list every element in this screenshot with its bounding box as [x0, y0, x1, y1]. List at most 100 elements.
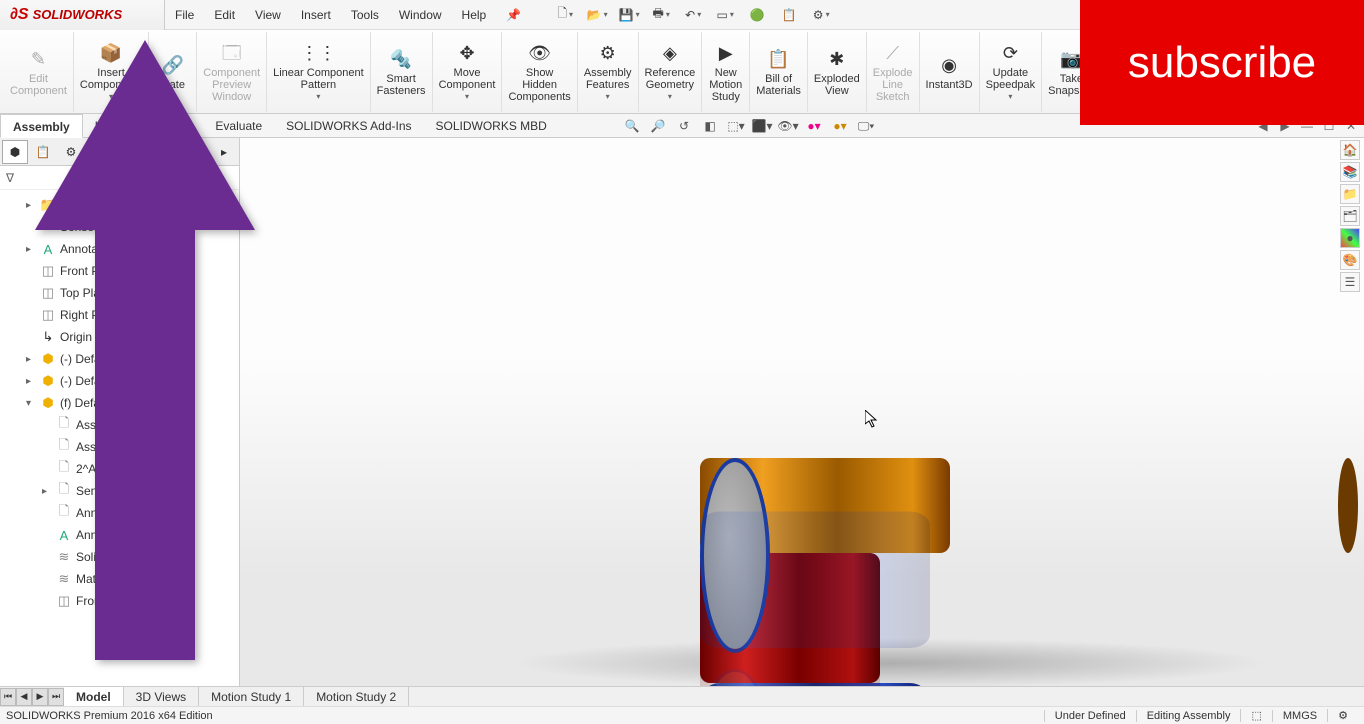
hide-show-button[interactable]: 👁▾ [776, 116, 800, 136]
rebuild-button[interactable]: 🟢 [743, 3, 771, 27]
status-units[interactable]: MMGS [1272, 710, 1327, 722]
chevron-down-icon: ▾ [109, 91, 113, 103]
filter-icon[interactable]: ∇ [6, 171, 14, 185]
tree-row[interactable]: ▸📁History [2, 194, 237, 216]
resources-icon[interactable]: 📚 [1340, 162, 1360, 182]
ribbon-mate[interactable]: 🔗Mate [149, 32, 197, 112]
expand-icon[interactable]: ▸ [26, 354, 36, 365]
chevron-down-icon: ▾ [606, 91, 610, 103]
bottom-tab-motion-study-2[interactable]: Motion Study 2 [304, 687, 409, 707]
status-gear-icon[interactable]: ⚙ [1327, 709, 1358, 722]
ribbon-label: ReferenceGeometry [645, 67, 696, 91]
bottom-tab-3d-views[interactable]: 3D Views [124, 687, 199, 707]
edit-appearance-button[interactable]: ●▾ [802, 116, 826, 136]
section-view-button[interactable]: ◧ [698, 116, 722, 136]
expand-icon[interactable]: ▸ [42, 486, 52, 497]
tab-prev-button[interactable]: ◀ [16, 688, 32, 706]
settings-button[interactable]: ⚙▾ [807, 3, 835, 27]
ribbon-label: ComponentPreviewWindow [203, 67, 260, 103]
display-style-button[interactable]: ⬛▾ [750, 116, 774, 136]
ribbon-move-component[interactable]: ✥MoveComponent▾ [433, 32, 503, 112]
status-custom-icon[interactable]: ⬚ [1240, 709, 1271, 722]
menu-file[interactable]: File [165, 0, 204, 30]
open-doc-button[interactable]: 📂▾ [583, 3, 611, 27]
expand-icon[interactable]: ▾ [26, 398, 36, 409]
tree-node-label: Front Plane [76, 594, 138, 608]
ribbon-smart-fasteners[interactable]: 🔩SmartFasteners [371, 32, 433, 112]
tab-last-button[interactable]: ⏭ [48, 688, 64, 706]
home-icon[interactable]: 🏠 [1340, 140, 1360, 160]
ribbon-reference-geometry[interactable]: ◈ReferenceGeometry▾ [639, 32, 703, 112]
view-orientation-button[interactable]: ⬚▾ [724, 116, 748, 136]
ribbon-icon: ⚙ [596, 41, 620, 65]
ribbon-insert-components[interactable]: 📦InsertComponents▾ [74, 32, 149, 112]
subscribe-label: subscribe [1128, 38, 1316, 88]
heads-up-view-toolbar: 🔍 🔎 ↺ ◧ ⬚▾ ⬛▾ 👁▾ ●▾ ●▾ 🖵▾ [620, 116, 878, 136]
design-library-icon[interactable]: 📁 [1340, 184, 1360, 204]
ribbon-assembly-features[interactable]: ⚙AssemblyFeatures▾ [578, 32, 639, 112]
ribbon-icon: 📦 [99, 41, 123, 65]
arrow-text-line1: tutorial link in [150, 230, 187, 630]
tree-node-label: Annotations [60, 242, 123, 256]
ribbon-new-motion-study[interactable]: ▶NewMotionStudy [702, 32, 750, 112]
tab-evaluate[interactable]: Evaluate [203, 114, 274, 138]
pin-icon[interactable]: 📌 [496, 8, 531, 22]
graphics-viewport[interactable] [240, 138, 1364, 686]
custom-props-icon[interactable]: ☰ [1340, 272, 1360, 292]
tab-solidworks-add-ins[interactable]: SOLIDWORKS Add-Ins [274, 114, 423, 138]
menu-tools[interactable]: Tools [341, 0, 389, 30]
zoom-area-button[interactable]: 🔎 [646, 116, 670, 136]
save-button[interactable]: 💾▾ [615, 3, 643, 27]
select-tool-button[interactable]: ▭▾ [711, 3, 739, 27]
property-manager-tab[interactable]: 📋 [30, 140, 56, 164]
ribbon-show-hidden-components[interactable]: 👁ShowHiddenComponents [502, 32, 577, 112]
tab-assembly[interactable]: Assembly [0, 114, 83, 138]
expand-icon[interactable]: ▸ [26, 376, 36, 387]
chevron-down-icon: ▾ [1008, 91, 1012, 103]
expand-icon[interactable]: ▸ [26, 200, 36, 211]
new-doc-button[interactable]: 🗋▾ [551, 3, 579, 27]
undo-button[interactable]: ↶▾ [679, 3, 707, 27]
tab-layout[interactable]: Layout [83, 114, 143, 138]
expand-icon[interactable]: ▸ [26, 244, 36, 255]
zoom-fit-button[interactable]: 🔍 [620, 116, 644, 136]
tab-sketch[interactable]: Sketch [143, 114, 204, 138]
ribbon-icon: ✎ [26, 47, 50, 71]
config-manager-tab[interactable]: ⚙ [58, 140, 84, 164]
bottom-tab-motion-study-1[interactable]: Motion Study 1 [199, 687, 304, 707]
ribbon-label: ExplodedView [814, 73, 860, 97]
menu-window[interactable]: Window [389, 0, 452, 30]
menu-help[interactable]: Help [452, 0, 497, 30]
menu-insert[interactable]: Insert [291, 0, 341, 30]
menu-edit[interactable]: Edit [204, 0, 245, 30]
previous-view-button[interactable]: ↺ [672, 116, 696, 136]
tree-node-label: Origin [60, 330, 92, 344]
feature-tree-tab[interactable]: ⬢ [2, 140, 28, 164]
tree-node-label: Annotations [76, 528, 139, 542]
menu-view[interactable]: View [245, 0, 291, 30]
dim-manager-tab[interactable]: 📐 [86, 140, 112, 164]
quick-access-toolbar: 🗋▾ 📂▾ 💾▾ 🖶▾ ↶▾ ▭▾ 🟢 📋 ⚙▾ [551, 3, 835, 27]
bottom-tab-model[interactable]: Model [64, 687, 124, 707]
display-manager-tab[interactable]: 🎨 [114, 140, 140, 164]
view-palette-icon[interactable]: ● [1340, 228, 1360, 248]
ribbon-exploded-view[interactable]: ✱ExplodedView [808, 32, 867, 112]
appearances-icon[interactable]: 🎨 [1340, 250, 1360, 270]
ribbon-update-speedpak[interactable]: ⟳UpdateSpeedpak▾ [980, 32, 1043, 112]
ribbon-instant3d[interactable]: ◉Instant3D [920, 32, 980, 112]
file-explorer-icon[interactable]: 🗂 [1340, 206, 1360, 226]
print-button[interactable]: 🖶▾ [647, 3, 675, 27]
tab-next-button[interactable]: ▶ [32, 688, 48, 706]
tree-node-icon: ⬢ [40, 351, 56, 367]
tab-first-button[interactable]: ⏮ [0, 688, 16, 706]
ribbon-icon: 📋 [767, 47, 791, 71]
view-settings-button[interactable]: 🖵▾ [854, 116, 878, 136]
tree-node-label: Sensors [60, 220, 104, 234]
tab-solidworks-mbd[interactable]: SOLIDWORKS MBD [424, 114, 559, 138]
options-button[interactable]: 📋 [775, 3, 803, 27]
ribbon-linear-component-pattern[interactable]: ⋮⋮Linear ComponentPattern▾ [267, 32, 371, 112]
expand-panel-icon[interactable]: ▸ [211, 140, 237, 164]
ribbon-bill-of-materials[interactable]: 📋Bill ofMaterials [750, 32, 808, 112]
apply-scene-button[interactable]: ●▾ [828, 116, 852, 136]
ribbon-icon: 👁 [528, 41, 552, 65]
